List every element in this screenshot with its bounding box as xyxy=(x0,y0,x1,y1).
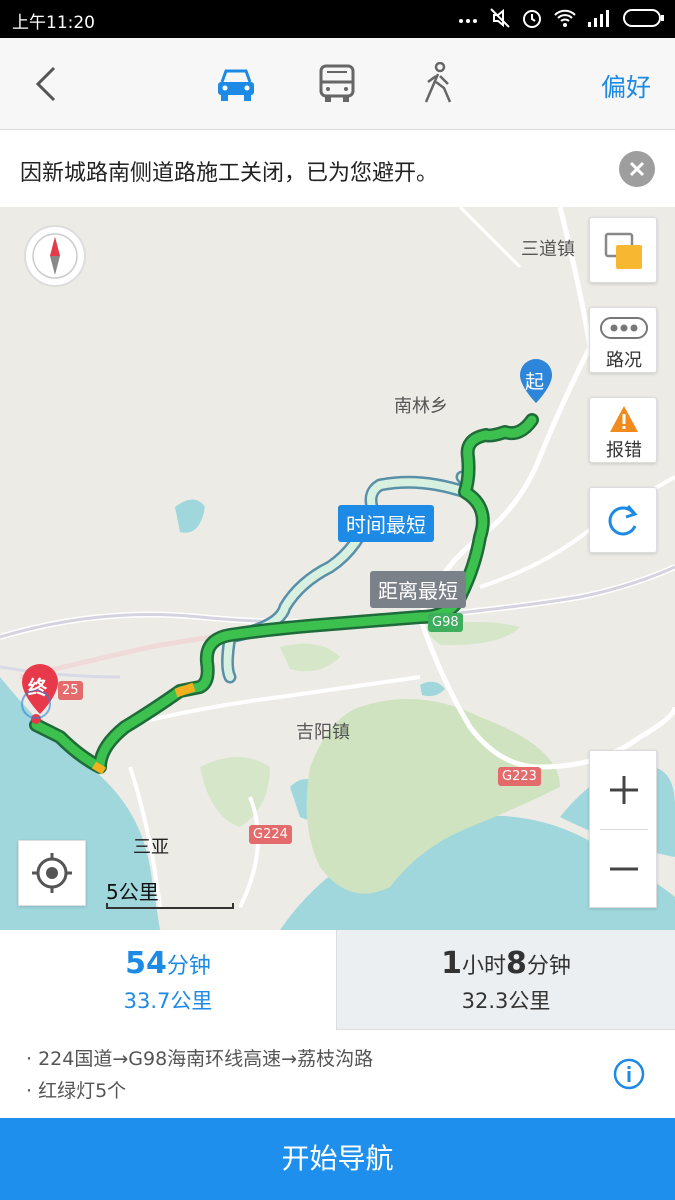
report-label: 报错 xyxy=(606,440,642,461)
place-label-jiyang: 吉阳镇 xyxy=(296,722,350,743)
place-label-nanlin: 南林乡 xyxy=(394,396,448,417)
zoom-out-button[interactable] xyxy=(590,830,658,908)
map-scale-bar xyxy=(106,903,234,909)
walk-icon xyxy=(414,61,462,110)
route-distance: 33.7公里 xyxy=(123,989,213,1013)
layers-button[interactable] xyxy=(589,217,657,283)
traffic-label: 路况 xyxy=(606,350,642,371)
bus-icon xyxy=(313,64,361,110)
compass-button[interactable] xyxy=(24,225,86,287)
top-bar: 偏好 xyxy=(0,38,675,130)
wifi-icon xyxy=(553,7,577,29)
zoom-in-button[interactable] xyxy=(590,751,658,829)
zoom-control xyxy=(589,750,657,908)
close-icon xyxy=(619,161,655,191)
traffic-button[interactable]: 路况 xyxy=(589,307,657,373)
road-badge-g223: G223 xyxy=(498,767,541,786)
place-label-sandao: 三道镇 xyxy=(521,239,575,260)
map-canvas xyxy=(0,207,675,930)
route-option-1[interactable]: 54分钟 33.7公里 xyxy=(0,930,336,1030)
mode-bus-button[interactable] xyxy=(313,62,361,106)
route-tag-time-shortest[interactable]: 时间最短 xyxy=(338,505,434,542)
locate-icon xyxy=(19,853,85,909)
mute-icon xyxy=(489,7,511,29)
refresh-button[interactable] xyxy=(589,487,657,553)
status-bar: 上午11:20 xyxy=(0,0,675,38)
alarm-icon xyxy=(521,7,543,29)
route-duration: 54分钟 xyxy=(125,946,211,981)
route-duration: 1小时8分钟 xyxy=(441,946,571,981)
report-error-button[interactable]: 报错 xyxy=(589,397,657,463)
place-label-sanya: 三亚 xyxy=(133,837,169,858)
close-notice-button[interactable] xyxy=(619,151,655,187)
back-button[interactable] xyxy=(24,60,68,108)
route-detail-button[interactable] xyxy=(613,1058,645,1090)
mode-walk-button[interactable] xyxy=(414,61,462,106)
start-navigation-button[interactable]: 开始导航 xyxy=(0,1118,675,1200)
chevron-left-icon xyxy=(24,66,68,112)
route-tag-distance-shortest[interactable]: 距离最短 xyxy=(370,571,466,608)
road-badge-g224: G224 xyxy=(249,825,292,844)
road-badge-g225: 25 xyxy=(58,681,83,700)
minus-icon xyxy=(590,867,658,912)
car-icon xyxy=(212,69,260,110)
end-marker: 终 xyxy=(28,677,48,699)
notice-text: 因新城路南侧道路施工关闭，已为您避开。 xyxy=(20,161,439,186)
refresh-icon xyxy=(590,505,658,558)
preference-button[interactable]: 偏好 xyxy=(601,68,651,104)
compass-icon xyxy=(26,233,84,289)
road-badge-g98: G98 xyxy=(428,613,463,632)
traffic-lights-line: · 红绿灯5个 xyxy=(26,1080,127,1102)
info-icon xyxy=(613,1058,645,1094)
status-icons xyxy=(457,7,665,29)
more-dots-icon xyxy=(457,7,479,29)
route-info: · 224国道→G98海南环线高速→荔枝沟路 · 红绿灯5个 xyxy=(0,1030,675,1118)
status-time: 上午11:20 xyxy=(12,13,95,33)
route-option-2[interactable]: 1小时8分钟 32.3公里 xyxy=(336,930,675,1030)
battery-icon xyxy=(623,7,665,29)
start-marker: 起 xyxy=(525,371,545,393)
map-scale-label: 5公里 xyxy=(106,880,159,904)
signal-icon xyxy=(587,7,613,29)
avoidance-notice: 因新城路南侧道路施工关闭，已为您避开。 xyxy=(0,131,675,207)
map-view[interactable]: 三道镇 南林乡 吉阳镇 三亚 G98 G223 G224 25 时间最短 距离最… xyxy=(0,207,675,930)
route-distance: 32.3公里 xyxy=(461,989,551,1013)
my-location-button[interactable] xyxy=(18,840,86,906)
route-path-line: · 224国道→G98海南环线高速→荔枝沟路 xyxy=(26,1048,374,1070)
mode-car-button[interactable] xyxy=(212,62,260,106)
layers-icon xyxy=(590,232,658,288)
